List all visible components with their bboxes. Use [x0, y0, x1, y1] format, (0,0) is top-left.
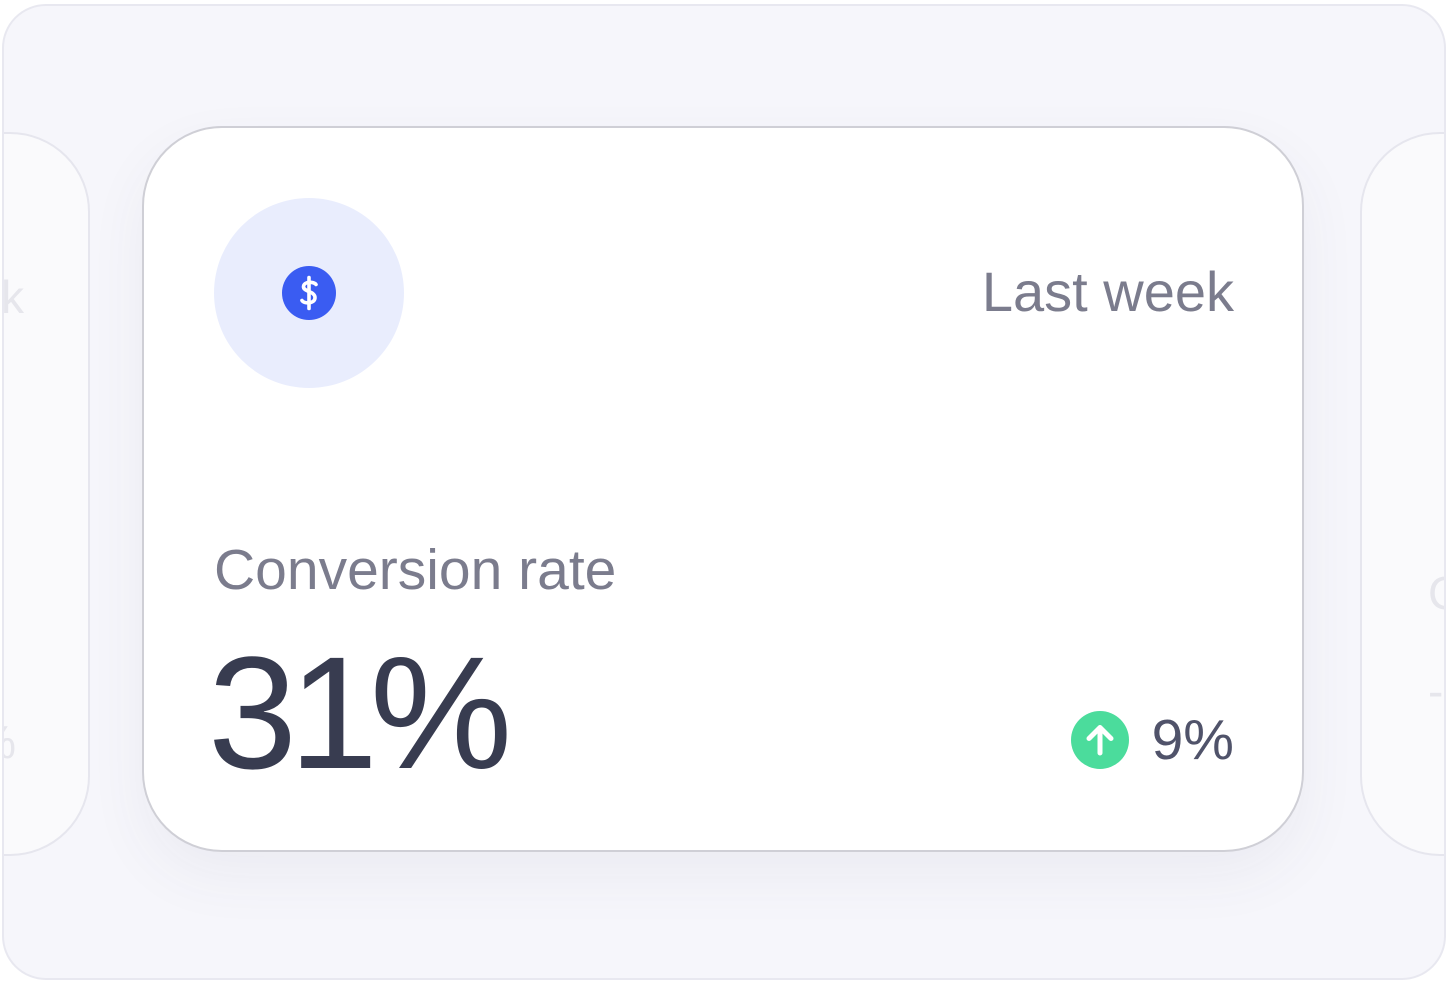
next-card[interactable]: C - [1360, 132, 1444, 856]
next-card-faded-text: - [1428, 665, 1444, 717]
previous-card-faded-text: k [2, 271, 24, 323]
metric-value: 31% [208, 623, 512, 802]
metric-card: Last week Conversion rate 31% 9% [142, 126, 1304, 852]
arrow-up-icon [1070, 711, 1129, 769]
next-card-faded-text: C [1428, 570, 1444, 616]
change-indicator: 9% [1070, 710, 1234, 770]
previous-card-faded-text: % [4, 719, 16, 765]
metric-label: Conversion rate [214, 538, 617, 602]
icon-halo [214, 198, 404, 388]
change-value: 9% [1151, 707, 1234, 772]
period-label[interactable]: Last week [982, 264, 1234, 320]
previous-card[interactable]: k % [2, 132, 90, 856]
dollar-icon [282, 266, 336, 320]
